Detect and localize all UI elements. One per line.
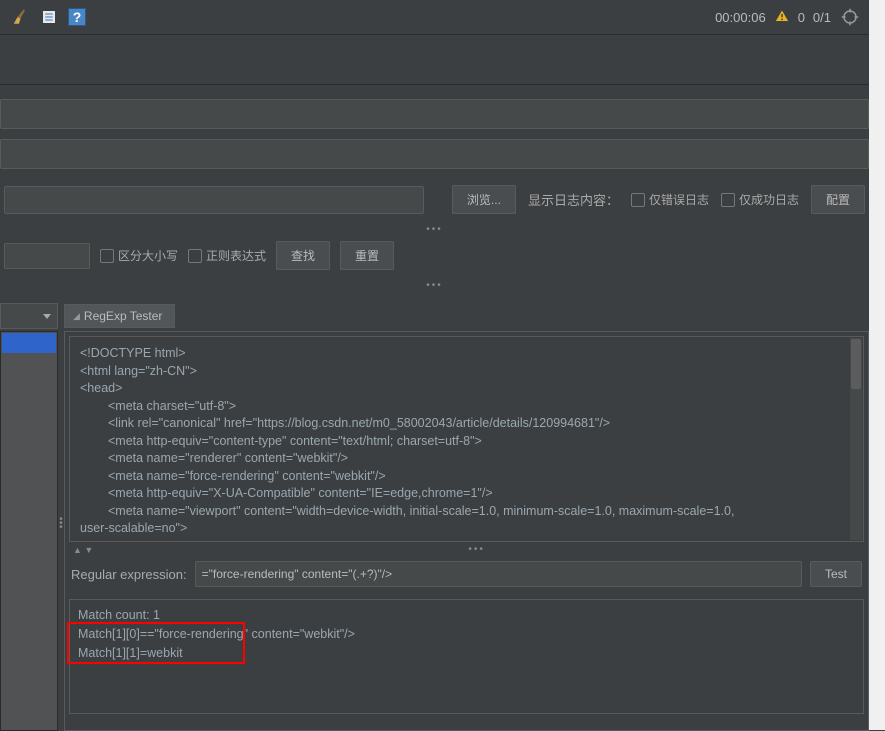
list-icon[interactable]: [38, 6, 60, 28]
only-error-label: 仅错误日志: [649, 191, 709, 208]
sidebar-active-item[interactable]: [2, 333, 56, 353]
only-success-label: 仅成功日志: [739, 191, 799, 208]
main-panel: ◢ RegExp Tester <!DOCTYPE html> <html la…: [64, 303, 869, 731]
code-line: <!DOCTYPE html>: [80, 345, 853, 363]
code-line: user-scalable=no">: [80, 520, 853, 538]
page-scrollbar[interactable]: [869, 0, 885, 730]
tab-label: RegExp Tester: [84, 309, 163, 323]
code-line: <meta http-equiv="X-UA-Compatible" conte…: [80, 485, 853, 503]
warning-icon[interactable]: [774, 8, 790, 27]
regex-input-value: ="force-rendering" content="(.+?)"/>: [202, 567, 392, 581]
code-line: <html lang="zh-CN">: [80, 363, 853, 381]
find-button[interactable]: 查找: [276, 241, 330, 270]
dropdown-toggle[interactable]: [0, 303, 58, 329]
target-icon[interactable]: [839, 6, 861, 28]
code-line: <meta http-equiv="content-type" content=…: [80, 433, 853, 451]
config-button[interactable]: 配置: [811, 185, 865, 214]
code-line: <head>: [80, 380, 853, 398]
separator-dots: •••: [0, 222, 869, 237]
separator-row: ▲ ▼ •••: [69, 544, 864, 555]
code-scrollbar[interactable]: [850, 338, 862, 540]
reset-button[interactable]: 重置: [340, 241, 394, 270]
checkbox-icon: [631, 193, 645, 207]
editor-wrap: <!DOCTYPE html> <html lang="zh-CN"> <hea…: [64, 331, 869, 731]
regex-row: Regular expression: ="force-rendering" c…: [69, 555, 864, 593]
match-result-line: Match[1][1]=webkit: [78, 644, 855, 663]
clear-icon[interactable]: [8, 6, 30, 28]
help-icon[interactable]: ?: [68, 8, 86, 26]
content-area: ••• ◢ RegExp Tester <!DOCTYPE html> <htm…: [0, 303, 869, 731]
match-result-line: Match[1][0]=="force-rendering" content="…: [78, 625, 855, 644]
pin-icon: ◢: [73, 311, 80, 322]
case-sensitive-label: 区分大小写: [118, 247, 178, 264]
regex-mode-label: 正则表达式: [206, 247, 266, 264]
arrow-up-down-icon[interactable]: ▲ ▼: [73, 545, 93, 555]
sidebar-list[interactable]: [0, 331, 58, 731]
toolbar-right: 00:00:06 0 0/1: [715, 6, 861, 28]
tab-bar: ◢ RegExp Tester: [64, 303, 869, 329]
scrollbar-thumb[interactable]: [851, 339, 861, 389]
case-sensitive-checkbox[interactable]: 区分大小写: [100, 247, 178, 264]
spacer-panel: [0, 35, 869, 85]
tab-regexp-tester[interactable]: ◢ RegExp Tester: [64, 304, 175, 328]
regex-mode-checkbox[interactable]: 正则表达式: [188, 247, 266, 264]
regex-label: Regular expression:: [71, 567, 187, 582]
checkbox-icon: [100, 249, 114, 263]
code-line: <link rel="canonical" href="https://blog…: [80, 415, 853, 433]
toolbar-left: ?: [8, 6, 86, 28]
log-content-label: 显示日志内容：: [528, 190, 619, 209]
test-button[interactable]: Test: [810, 561, 862, 587]
code-line: <meta charset="utf-8">: [80, 398, 853, 416]
checkbox-icon: [721, 193, 735, 207]
code-line: <meta name="renderer" content="webkit"/>: [80, 450, 853, 468]
code-textarea[interactable]: <!DOCTYPE html> <html lang="zh-CN"> <hea…: [69, 336, 864, 542]
filter-bar: 浏览... 显示日志内容： 仅错误日志 仅成功日志 配置: [0, 169, 869, 222]
code-line: <meta name="force-rendering" content="we…: [80, 468, 853, 486]
toolbar: ? 00:00:06 0 0/1: [0, 0, 869, 35]
only-success-checkbox[interactable]: 仅成功日志: [721, 191, 799, 208]
checkbox-icon: [188, 249, 202, 263]
code-line: <meta name="viewport" content="width=dev…: [80, 503, 853, 521]
timer-text: 00:00:06: [715, 10, 766, 25]
only-error-checkbox[interactable]: 仅错误日志: [631, 191, 709, 208]
filter-input[interactable]: [4, 186, 424, 214]
vertical-gutter[interactable]: •••: [58, 303, 64, 731]
search-input[interactable]: [4, 243, 90, 269]
match-count-line: Match count: 1: [78, 606, 855, 625]
gutter-handle-icon: •••: [58, 518, 64, 530]
input-field-1[interactable]: [0, 99, 869, 129]
regex-input[interactable]: ="force-rendering" content="(.+?)"/>: [195, 561, 802, 587]
match-results[interactable]: Match count: 1 Match[1][0]=="force-rende…: [69, 599, 864, 714]
browse-button[interactable]: 浏览...: [452, 185, 516, 214]
search-bar: 区分大小写 正则表达式 查找 重置: [0, 237, 869, 278]
separator-dots: •••: [468, 544, 485, 555]
separator-dots: •••: [0, 278, 869, 293]
chevron-down-icon: [43, 314, 51, 319]
input-field-2[interactable]: [0, 139, 869, 169]
left-sidebar: [0, 303, 58, 731]
counter-ratio: 0/1: [813, 10, 831, 25]
counter-zero: 0: [798, 10, 805, 25]
